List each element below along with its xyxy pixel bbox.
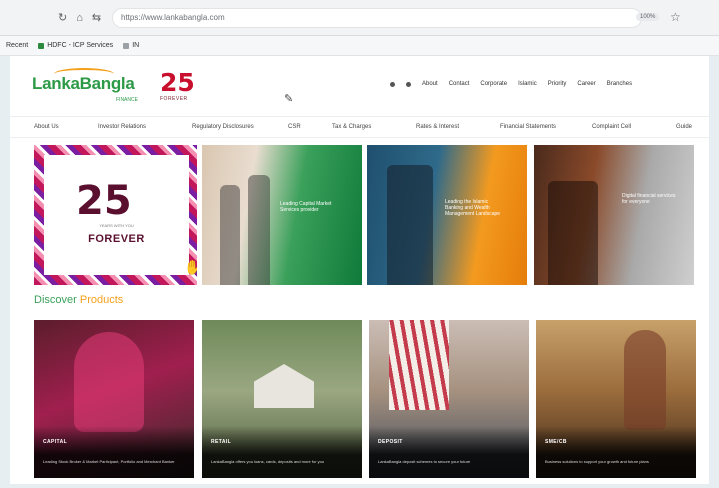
card-overlay <box>369 426 529 478</box>
slide-caption: Digital financial services for everyone <box>622 193 676 205</box>
nav-item[interactable]: Rates & Interest <box>416 124 459 130</box>
search-icon[interactable] <box>390 81 395 87</box>
person-figure <box>624 330 666 430</box>
utility-link[interactable]: Career <box>577 81 595 87</box>
bookmarks-bar: Recent HDFC - ICP Services IN <box>0 36 719 56</box>
nav-item[interactable]: Tax & Charges <box>332 124 371 130</box>
mouse-cursor-icon: ✎ <box>284 93 294 105</box>
nav-item[interactable]: Complaint Cell <box>592 124 631 130</box>
bookmark-star-icon[interactable]: ☆ <box>670 10 681 24</box>
person-figure <box>220 185 240 285</box>
product-card-sme[interactable]: SME/CB Business solutions to support you… <box>536 320 696 478</box>
address-bar[interactable]: https://www.lankabangla.com <box>112 8 642 28</box>
slide-caption: Leading the Islamic Banking and Wealth M… <box>445 199 501 217</box>
card-description: Business solutions to support your growt… <box>545 459 649 464</box>
card-title: DEPOSIT <box>378 439 403 445</box>
bookmark-item[interactable]: IN <box>123 42 139 49</box>
site-header: LankaBangla FINANCE 25 FOREVER ✎ About C… <box>10 56 709 116</box>
hero-slide-anniversary[interactable]: 25 YEARS WITH YOU FOREVER ✋ <box>34 145 197 285</box>
person-figure <box>387 165 433 285</box>
discover-accent: Products <box>79 294 124 306</box>
bookmark-item[interactable]: HDFC - ICP Services <box>38 42 113 49</box>
utility-link[interactable]: About <box>422 81 438 87</box>
home-icon[interactable]: ⌂ <box>76 11 83 25</box>
nav-item[interactable]: Investor Relations <box>98 124 146 130</box>
discover-heading: Discover Products <box>34 294 123 306</box>
product-card-retail[interactable]: RETAIL LankaBangla offers you loans, car… <box>202 320 362 478</box>
bookmark-favicon-icon <box>38 42 45 49</box>
card-description: LankaBangla deposit schemes to secure yo… <box>378 459 471 464</box>
hero-slide-digital[interactable]: Digital financial services for everyone <box>534 145 694 285</box>
reload-icon[interactable]: ↻ <box>58 11 67 25</box>
web-page: LankaBangla FINANCE 25 FOREVER ✎ About C… <box>10 56 709 484</box>
card-description: LankaBangla offers you loans, cards, dep… <box>211 459 325 464</box>
discover-title: Discover <box>34 294 77 306</box>
nav-item[interactable]: Guide <box>676 124 692 130</box>
hero-slide-islamic[interactable]: Leading the Islamic Banking and Wealth M… <box>367 145 527 285</box>
card-title: RETAIL <box>211 439 232 445</box>
bookmark-favicon-icon <box>123 42 130 49</box>
utility-link[interactable]: Priority <box>548 81 567 87</box>
anniversary-badge: 25 FOREVER <box>160 70 206 110</box>
hand-icon: ✋ <box>184 259 197 275</box>
nav-item[interactable]: CSR <box>288 124 301 130</box>
card-title: SME/CB <box>545 439 567 445</box>
utility-nav: About Contact Corporate Islamic Priority… <box>390 81 632 87</box>
badge-sub: FOREVER <box>160 96 188 102</box>
card-title: CAPITAL <box>43 439 68 445</box>
card-overlay <box>34 426 194 478</box>
house-icon <box>254 364 314 408</box>
person-figure <box>248 175 270 285</box>
badge-number: 25 <box>160 68 195 97</box>
anniversary-card: 25 YEARS WITH YOU FOREVER <box>44 155 189 275</box>
hero-carousel: 25 YEARS WITH YOU FOREVER ✋ Leading Capi… <box>10 145 709 285</box>
site-logo[interactable]: LankaBangla FINANCE <box>32 68 152 108</box>
card-description: Leading Stock Broker & Market Participan… <box>43 459 175 464</box>
slide-forever-text: FOREVER <box>88 233 145 245</box>
slide-small-text: YEARS WITH YOU <box>99 223 134 228</box>
card-overlay <box>536 426 696 478</box>
bookmark-item[interactable]: Recent <box>6 42 28 49</box>
language-icon[interactable] <box>406 81 411 87</box>
card-overlay <box>202 426 362 478</box>
main-nav: About Us Investor Relations Regulatory D… <box>10 116 709 138</box>
hero-slide-capital[interactable]: Leading Capital Market Services provider <box>202 145 362 285</box>
browser-nav-icons: ↻ ⌂ ⇆ <box>58 11 101 25</box>
utility-link[interactable]: Branches <box>607 81 632 87</box>
zoom-indicator[interactable]: 100% <box>636 13 660 21</box>
product-card-deposit[interactable]: DEPOSIT LankaBangla deposit schemes to s… <box>369 320 529 478</box>
card-image <box>389 320 449 410</box>
product-cards: CAPITAL Leading Stock Broker & Market Pa… <box>10 320 709 480</box>
logo-arc-icon <box>54 68 114 80</box>
nav-item[interactable]: About Us <box>34 124 59 130</box>
card-image <box>74 332 144 432</box>
person-figure <box>548 181 598 285</box>
nav-item[interactable]: Regulatory Disclosures <box>192 124 254 130</box>
site-info-icon[interactable]: ⇆ <box>92 11 101 25</box>
logo-sub: FINANCE <box>116 97 138 103</box>
browser-toolbar: ↻ ⌂ ⇆ https://www.lankabangla.com 100% ☆ <box>0 0 719 36</box>
nav-item[interactable]: Financial Statements <box>500 124 556 130</box>
slide-number: 25 <box>76 178 132 224</box>
slide-caption: Leading Capital Market Services provider <box>280 201 332 213</box>
product-card-capital[interactable]: CAPITAL Leading Stock Broker & Market Pa… <box>34 320 194 478</box>
utility-link[interactable]: Corporate <box>480 81 507 87</box>
utility-link[interactable]: Contact <box>449 81 470 87</box>
utility-link[interactable]: Islamic <box>518 81 537 87</box>
